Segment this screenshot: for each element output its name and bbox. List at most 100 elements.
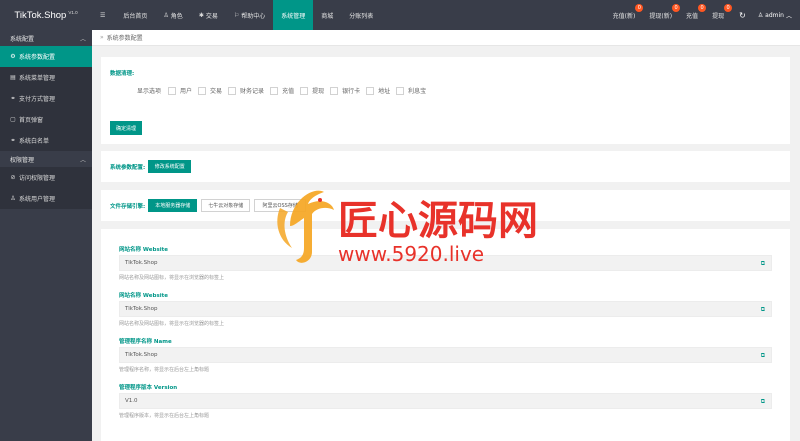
- form-field-app-name: 管理程序名称 Name TikTok.Shop ⧉ 管理程序名称，将显示在后台左上…: [119, 337, 772, 373]
- form-field-website-name: 网站名称 Website TikTok.Shop ⧉ 网站名称及网站图标，将显示在…: [119, 245, 772, 281]
- nav-split-list[interactable]: 分账列表: [341, 0, 381, 30]
- website-name-input-2[interactable]: TikTok.Shop ⧉: [119, 301, 772, 317]
- checkbox-users[interactable]: 用户: [168, 86, 192, 95]
- local-storage-button[interactable]: 本地服务器存储: [148, 199, 198, 212]
- app-version-input[interactable]: V1.0 ⧉: [119, 393, 772, 409]
- checkbox-box[interactable]: [270, 86, 279, 95]
- user-icon: ♙: [163, 11, 169, 19]
- sidebar: 系统配置 ︿ ⚙ 系统参数配置 ▤ 系统菜单管理 ⚭ 支付方式管理 ▢ 首页弹窗 ⚭ 系统…: [0, 30, 92, 441]
- sidebar-item-whitelist[interactable]: ⚭ 系统白名单: [0, 130, 92, 151]
- sidebar-group-permissions[interactable]: 权限管理 ︿: [0, 151, 92, 167]
- nav-help-center[interactable]: ⚐ 帮助中心: [226, 0, 273, 30]
- top-bar: TikTok.Shop V1.0 ☰ 后台首页 ♙ 角色 ✱ 交易 ⚐ 帮助中心 系统管…: [0, 0, 800, 30]
- sidebar-item-home-popup[interactable]: ▢ 首页弹窗: [0, 109, 92, 130]
- nav-withdraw[interactable]: 提现 0: [705, 0, 733, 30]
- checkbox-box[interactable]: [228, 86, 237, 95]
- field-label: 网站名称 Website: [119, 247, 168, 253]
- field-hint: 管理程序名称，将显示在后台左上角标题: [119, 367, 210, 373]
- field-hint: 网站名称及网站图标，将显示在浏览器的标签上: [119, 275, 225, 281]
- checkbox-transactions[interactable]: 交易: [198, 86, 222, 95]
- image-icon[interactable]: ⧉: [761, 260, 765, 268]
- sidebar-item-payment-methods[interactable]: ⚭ 支付方式管理: [0, 88, 92, 109]
- nav-home[interactable]: 后台首页: [115, 0, 155, 30]
- checkbox-box[interactable]: [300, 86, 309, 95]
- flag-icon: ⚐: [233, 11, 240, 19]
- cleanup-options-label: 显示选项: [137, 88, 162, 95]
- brand-version: V1.0: [68, 9, 78, 15]
- checkbox-box[interactable]: [198, 86, 207, 95]
- chevron-up-icon: ︿: [79, 156, 86, 164]
- aliyun-oss-button[interactable]: 阿里云OSS存储: [254, 199, 307, 212]
- square-icon: ▢: [10, 116, 16, 123]
- menu-toggle-button[interactable]: ☰: [92, 0, 115, 30]
- brand-title: TikTok.Shop: [14, 9, 67, 21]
- image-icon[interactable]: ⧉: [761, 352, 765, 360]
- notification-badge: 0: [724, 4, 733, 12]
- system-params-card: 系统参数配置: 修改系统配置: [101, 151, 790, 182]
- field-label: 管理程序名称 Name: [119, 339, 172, 345]
- user-icon: ♙: [757, 11, 764, 19]
- menu-icon: ☰: [100, 11, 106, 19]
- system-params-label: 系统参数配置:: [110, 164, 146, 171]
- list-icon: ▤: [10, 74, 16, 81]
- checkbox-box[interactable]: [396, 86, 405, 95]
- image-icon[interactable]: ⧉: [761, 306, 765, 314]
- nav-recharge[interactable]: 充值 0: [679, 0, 707, 30]
- user-icon: ♙: [10, 195, 16, 202]
- checkbox-bank-card[interactable]: 银行卡: [330, 86, 360, 95]
- checkbox-box[interactable]: [330, 86, 339, 95]
- admin-name: admin: [765, 11, 784, 19]
- nav-recharge-new[interactable]: 充值(新) 0: [606, 0, 644, 30]
- chevron-up-icon: ︿: [785, 12, 792, 20]
- nav-roles[interactable]: ♙ 角色: [155, 0, 190, 30]
- top-nav: ☰ 后台首页 ♙ 角色 ✱ 交易 ⚐ 帮助中心 系统管理 商城 分账列表: [92, 0, 381, 30]
- website-name-input[interactable]: TikTok.Shop ⧉: [119, 255, 772, 271]
- form-field-website-name-2: 网站名称 Website TikTok.Shop ⧉ 网站名称及网站图标，将显示在…: [119, 291, 772, 327]
- storage-engine-label: 文件存储引擎:: [110, 203, 146, 210]
- nav-system-management[interactable]: 系统管理: [273, 0, 314, 30]
- checkbox-address[interactable]: 地址: [366, 86, 390, 95]
- confirm-cleanup-button[interactable]: 确定清理: [110, 121, 142, 135]
- brand-logo[interactable]: TikTok.Shop V1.0: [0, 0, 92, 30]
- storage-engine-card: 文件存储引擎: 本地服务器存储 七牛云对象存储 阿里云OSS存储: [101, 190, 790, 221]
- nav-mall[interactable]: 商城: [313, 0, 341, 30]
- refresh-icon[interactable]: ↻: [731, 11, 754, 20]
- check-circle-icon: ⊘: [10, 174, 16, 181]
- edit-system-config-button[interactable]: 修改系统配置: [148, 160, 192, 173]
- chevron-up-icon: ︿: [79, 35, 86, 43]
- data-cleanup-card: 数据清理: 显示选项 用户 交易 财务记录 充值 提现 银行卡 地址 利息宝 确…: [101, 57, 790, 144]
- sidebar-item-menu-management[interactable]: ▤ 系统菜单管理: [0, 67, 92, 88]
- field-label: 管理程序版本 Version: [119, 385, 178, 391]
- image-icon[interactable]: ⧉: [761, 398, 765, 406]
- breadcrumb-current: 系统参数配置: [106, 35, 143, 42]
- settings-form: 网站名称 Website TikTok.Shop ⧉ 网站名称及网站图标，将显示在…: [101, 229, 790, 441]
- sidebar-item-system-users[interactable]: ♙ 系统用户管理: [0, 188, 92, 209]
- field-hint: 网站名称及网站图标，将显示在浏览器的标签上: [119, 321, 225, 327]
- checkbox-recharge[interactable]: 充值: [270, 86, 294, 95]
- data-cleanup-title: 数据清理:: [110, 71, 135, 77]
- breadcrumb-separator: »: [100, 34, 104, 41]
- nav-transactions[interactable]: ✱ 交易: [191, 0, 226, 30]
- gear-icon: ⚙: [10, 53, 16, 60]
- checkbox-box[interactable]: [366, 86, 375, 95]
- link-icon: ⚭: [10, 95, 16, 102]
- field-hint: 管理程序版本，将显示在后台左上角标题: [119, 413, 210, 419]
- breadcrumb: » 系统参数配置: [92, 30, 800, 46]
- qiniu-storage-button[interactable]: 七牛云对象存储: [201, 199, 251, 212]
- transaction-icon: ✱: [198, 11, 204, 19]
- app-name-input[interactable]: TikTok.Shop ⧉: [119, 347, 772, 363]
- checkbox-withdraw[interactable]: 提现: [300, 86, 324, 95]
- cleanup-options: 显示选项 用户 交易 财务记录 充值 提现 银行卡 地址 利息宝: [110, 86, 790, 95]
- sidebar-group-system-config[interactable]: 系统配置 ︿: [0, 30, 92, 46]
- checkbox-interest[interactable]: 利息宝: [396, 86, 426, 95]
- checkbox-finance-records[interactable]: 财务记录: [228, 86, 264, 95]
- sidebar-item-access-permissions[interactable]: ⊘ 访问权限管理: [0, 167, 92, 188]
- sidebar-item-system-params[interactable]: ⚙ 系统参数配置: [0, 46, 92, 67]
- checkbox-box[interactable]: [168, 86, 177, 95]
- admin-menu[interactable]: ♙ admin ︿: [754, 11, 796, 20]
- top-nav-right: 充值(新) 0 提现(新) 0 充值 0 提现 0 ↻ ♙ admin ︿: [606, 0, 800, 30]
- link-icon: ⚭: [10, 137, 16, 144]
- nav-withdraw-new[interactable]: 提现(新) 0: [642, 0, 681, 30]
- field-label: 网站名称 Website: [119, 293, 168, 299]
- form-field-app-version: 管理程序版本 Version V1.0 ⧉ 管理程序版本，将显示在后台左上角标题: [119, 383, 772, 419]
